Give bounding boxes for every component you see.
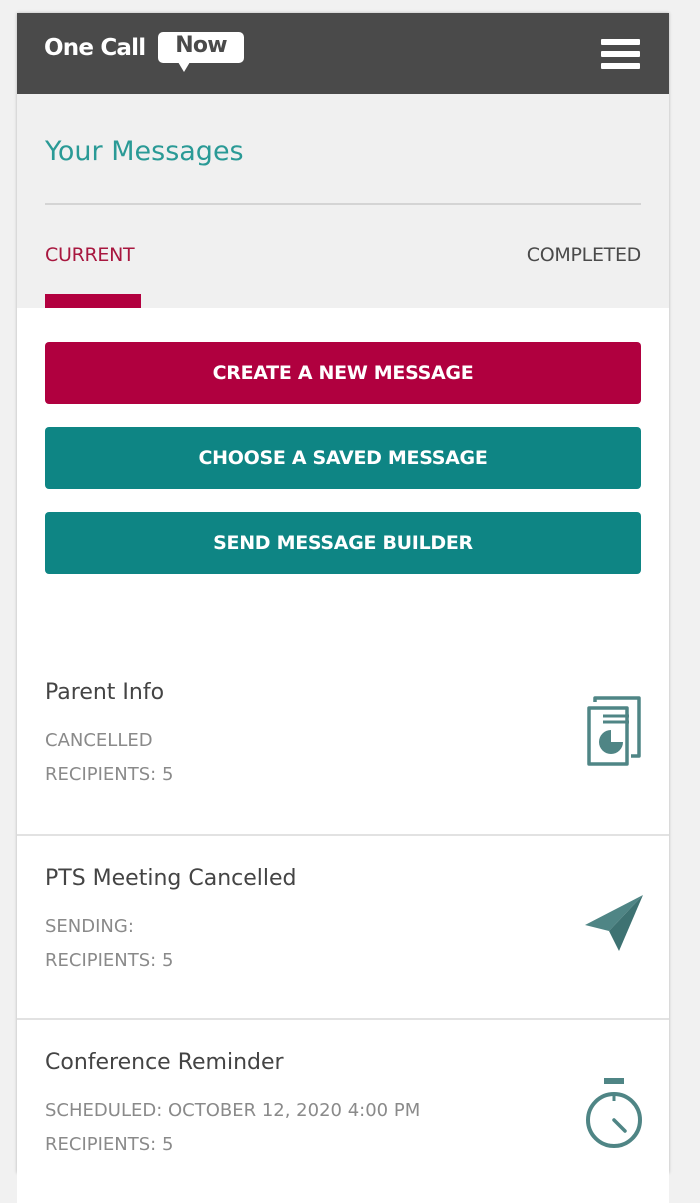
logo-bubble-tail — [178, 62, 190, 72]
choose-saved-message-button[interactable]: CHOOSE A SAVED MESSAGE — [45, 427, 641, 489]
message-status: CANCELLED — [45, 730, 153, 751]
page-title: Your Messages — [45, 136, 244, 167]
logo-text: One Call — [44, 35, 146, 61]
message-item[interactable]: Parent Info CANCELLED RECIPIENTS: 5 — [17, 650, 669, 833]
message-item[interactable]: Conference Reminder SCHEDULED: OCTOBER 1… — [17, 1018, 669, 1203]
create-new-message-button[interactable]: CREATE A NEW MESSAGE — [45, 342, 641, 404]
report-document-icon — [587, 696, 641, 766]
messages-content: CREATE A NEW MESSAGE CHOOSE A SAVED MESS… — [17, 308, 669, 1203]
menu-bar — [601, 63, 640, 69]
menu-bar — [601, 39, 640, 45]
active-tab-indicator — [45, 294, 141, 308]
title-divider — [45, 203, 641, 205]
message-status: SENDING: — [45, 916, 134, 937]
message-title: Conference Reminder — [45, 1050, 284, 1075]
tab-completed[interactable]: COMPLETED — [527, 244, 642, 266]
message-recipients: RECIPIENTS: 5 — [45, 1134, 174, 1155]
logo-speech-bubble: Now — [158, 32, 244, 63]
logo-bubble-text: Now — [175, 33, 227, 58]
message-title: PTS Meeting Cancelled — [45, 866, 297, 891]
paper-plane-icon — [585, 895, 643, 951]
message-item[interactable]: PTS Meeting Cancelled SENDING: RECIPIENT… — [17, 834, 669, 1019]
message-recipients: RECIPIENTS: 5 — [45, 764, 174, 785]
stopwatch-icon — [586, 1078, 642, 1148]
message-title: Parent Info — [45, 680, 165, 705]
app-header: One Call Now — [17, 13, 669, 94]
tab-current[interactable]: CURRENT — [45, 244, 135, 266]
message-status: SCHEDULED: OCTOBER 12, 2020 4:00 PM — [45, 1100, 421, 1121]
send-message-builder-button[interactable]: SEND MESSAGE BUILDER — [45, 512, 641, 574]
message-recipients: RECIPIENTS: 5 — [45, 950, 174, 971]
app-frame: One Call Now Your Messages CURRENT COMPL… — [17, 13, 669, 1203]
menu-bar — [601, 51, 640, 57]
hamburger-menu-icon[interactable] — [597, 37, 643, 71]
